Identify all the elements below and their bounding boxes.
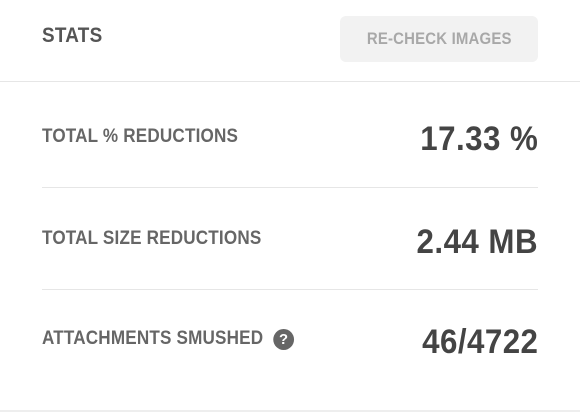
stat-row-total-size-reductions: TOTAL SIZE REDUCTIONS 2.44 MB <box>42 188 538 290</box>
recheck-images-label: RE-CHECK IMAGES <box>366 29 512 48</box>
stats-card: STATS RE-CHECK IMAGES TOTAL % REDUCTIONS… <box>0 0 580 412</box>
stat-value: 46/4722 <box>421 323 538 361</box>
stat-label: TOTAL % REDUCTIONS <box>42 126 239 147</box>
stat-label: TOTAL SIZE REDUCTIONS <box>42 228 262 249</box>
stat-row-attachments-smushed: ATTACHMENTS SMUSHED ? 46/4722 <box>42 290 538 390</box>
recheck-images-button[interactable]: RE-CHECK IMAGES <box>340 16 538 62</box>
stat-label-with-help: ATTACHMENTS SMUSHED ? <box>42 328 294 350</box>
stat-label: ATTACHMENTS SMUSHED <box>42 328 264 349</box>
stat-row-total-percent-reductions: TOTAL % REDUCTIONS 17.33 % <box>42 96 538 188</box>
question-circle-icon[interactable]: ? <box>273 328 294 350</box>
stats-header: STATS RE-CHECK IMAGES <box>0 0 580 82</box>
stat-value: 17.33 % <box>419 120 538 158</box>
stat-value: 2.44 MB <box>416 223 538 261</box>
stats-title: STATS <box>42 24 103 47</box>
